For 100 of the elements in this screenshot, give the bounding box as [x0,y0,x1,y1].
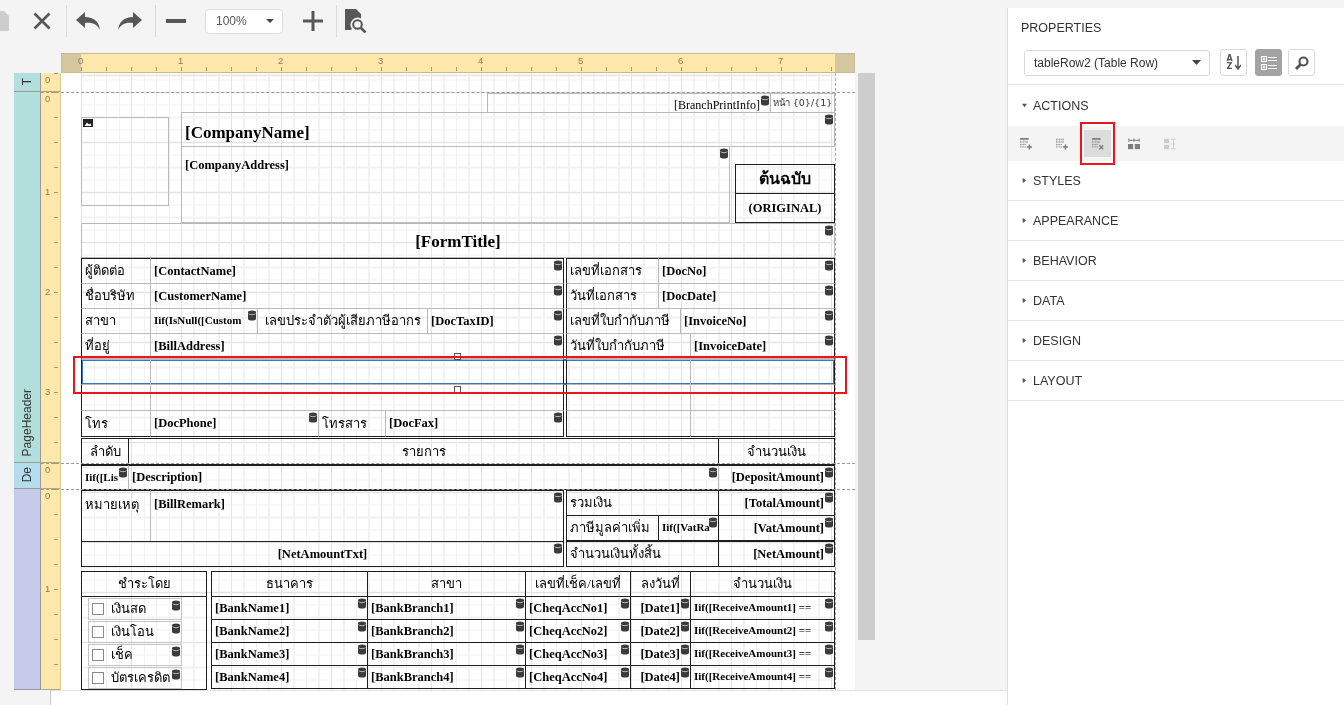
label-text: จำนวนเงินทั้งสิ้น [570,546,661,562]
label-text: ลำดับ [89,443,121,460]
field-text: [CheqAccNo3] [529,646,608,662]
page-number-text: หน้า {0}/{1} [772,97,833,109]
label-text: เลขที่เอกสาร [570,263,642,279]
ruler-label: 2 [278,55,284,66]
field-text: Iif([Lis [85,470,118,485]
label-text: รายการ [401,443,446,460]
ruler-label: 0 [45,74,51,85]
caret-icon [266,19,274,23]
field-text: [InvoiceDate] [694,338,767,354]
categories-button[interactable] [1255,49,1282,76]
field-text: Iif([VatRa [662,521,710,535]
resize-handle[interactable] [454,386,461,393]
ruler-label: 0 [45,490,51,501]
field-text: [DocNo] [662,263,707,279]
field-text: [BillRemark] [154,497,225,512]
categories-icon [1260,55,1277,70]
section-header[interactable]: ACTIONS [1008,85,1344,126]
document-icon [0,11,9,31]
original-label-text: (ORIGINAL) [748,200,822,216]
ruler-label: 5 [578,55,584,66]
label-text: จำนวนเงิน [747,443,806,460]
label-text: ภาษีมูลค่าเพิ่ม [570,520,650,536]
field-text: [Date3] [640,646,680,662]
field-text: [DocTaxID] [431,313,494,329]
band-label: T [20,77,34,85]
company-address-text: [CompanyAddress] [185,158,289,173]
section-header[interactable]: DATA [1008,281,1344,321]
ruler-label: 2 [45,286,51,297]
undo-icon [75,11,101,31]
checkbox[interactable] [92,649,104,661]
checkbox[interactable] [92,672,104,684]
minus-icon [166,19,186,23]
label-text: ลงวันที่ [641,576,680,592]
label-text: เช็ค [111,647,133,663]
section-header[interactable]: DESIGN [1008,321,1344,361]
table-add-icon [1019,137,1032,150]
checkbox[interactable] [92,603,104,615]
horizontal-scrollbar[interactable] [50,690,1007,705]
field-text: [CheqAccNo2] [529,623,608,639]
object-dropdown[interactable]: tableRow2 (Table Row) [1024,49,1210,76]
label-text: ผู้ติดต่อ [85,263,125,279]
field-text: [NetAmount] [753,546,824,562]
ruler-label: 0 [45,464,51,475]
zoom-dropdown[interactable]: 100% [205,8,283,34]
label-text: โทรสาร [322,415,367,432]
field-text: [BillAddress] [154,338,225,354]
section-header[interactable]: APPEARANCE [1008,201,1344,241]
down-arrow-icon [1234,55,1241,70]
label-text: สาขา [85,313,116,329]
resize-handle[interactable] [454,353,461,360]
field-text: [BankBranch2] [371,623,454,639]
label-text: ธนาคาร [266,576,313,592]
label-text: เลขประจำตัวผู้เสียภาษีอากร [264,313,421,329]
label-text: ที่อยู่ [85,338,110,354]
section-header[interactable]: STYLES [1008,161,1344,201]
field-text: [BankBranch3] [371,646,454,662]
ruler-label: 4 [478,55,484,66]
field-text: [BankBranch1] [371,600,454,616]
label-text: บัตรเครดิต [111,670,170,686]
band-label: PageHeader [20,388,34,456]
original-label-text: ต้นฉบับ [759,169,811,189]
label-text: ชื่อบริษัท [85,288,135,304]
field-text: [InvoiceNo] [684,313,747,329]
field-text: Iif([ReceiveAmount1] == [694,601,812,615]
label-text: วันที่ใบกำกับภาษี [570,338,665,354]
label-text: เลขที่เช็ค/เลขที่ [535,576,621,592]
band-label: De [20,466,34,482]
field-text: [VatAmount] [753,520,824,536]
section-header[interactable]: BEHAVIOR [1008,241,1344,281]
ruler-label: 1 [45,186,51,197]
close-icon [33,12,51,30]
sort-button[interactable]: A Z [1220,49,1247,76]
label-text: รวมเงิน [570,495,612,511]
merge-cells-icon [1127,137,1140,150]
search-button[interactable] [1288,49,1315,76]
field-text: [DocDate] [662,288,717,304]
panel-title: PROPERTIES [1020,20,1103,36]
vertical-scrollbar[interactable] [858,73,875,640]
label-text: สาขา [431,576,462,592]
field-text: Iif([ReceiveAmount4] == [694,670,812,684]
field-text: [CheqAccNo1] [529,600,608,616]
section-header[interactable]: LAYOUT [1008,361,1344,401]
field-text: [Description] [132,470,203,485]
ruler-label: 1 [45,583,51,594]
branch-info-text: [BranchPrintInfo] [674,97,760,112]
field-text: [ContactName] [154,263,236,279]
field-text: [DocPhone] [154,416,217,431]
field-text: [Date1] [640,600,680,616]
field-text: [BankName2] [215,623,290,639]
label-text: เงินสด [111,601,146,617]
label-text: วันที่เอกสาร [570,288,637,304]
redo-icon [117,11,143,31]
form-title-text: [FormTitle] [415,232,501,253]
caret-icon [1192,60,1201,65]
field-text: [DepositAmount] [731,470,824,485]
action-button[interactable] [1084,130,1111,157]
checkbox[interactable] [92,626,104,638]
label-text: เงินโอน [111,624,154,640]
